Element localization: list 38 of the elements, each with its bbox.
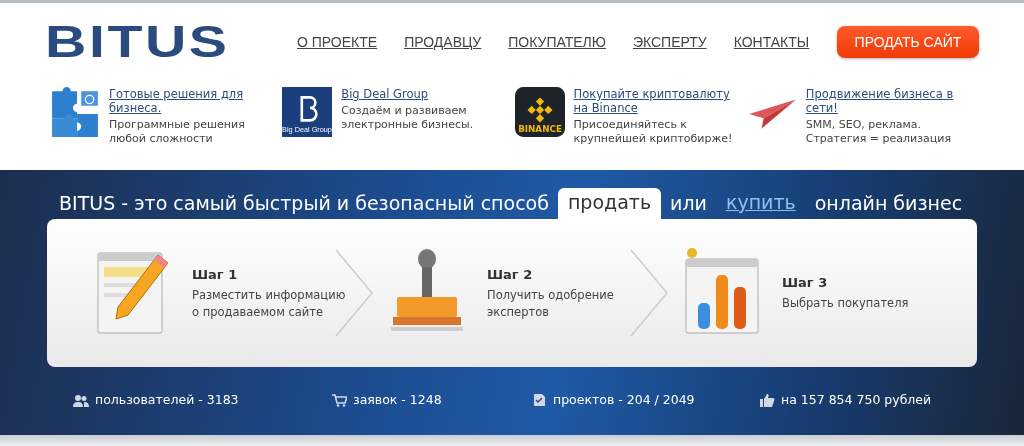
- headline-text: онлайн бизнес: [814, 192, 963, 216]
- promo-description: Присоединяйтесь к крупнейшей криптобирже!: [573, 118, 734, 146]
- step-title: Шаг 2: [487, 265, 534, 283]
- cart-icon: [331, 392, 347, 407]
- step-description: Выбрать покупателя: [782, 295, 910, 312]
- logo[interactable]: BITUS: [45, 24, 230, 60]
- promo-description: Программные решения любой сложности: [109, 118, 246, 146]
- action-tab[interactable]: купить: [715, 188, 806, 219]
- nav-link[interactable]: КОНТАКТЫ: [733, 34, 810, 50]
- chevron-icon: [629, 248, 669, 338]
- stat-text: проектов - 204 / 2049: [553, 392, 695, 407]
- thumbs-up-icon: [759, 392, 775, 407]
- step-title: Шаг 3: [782, 274, 829, 291]
- stat-text: пользователей - 3183: [95, 392, 239, 407]
- nav-link[interactable]: ЭКСПЕРТУ: [632, 34, 707, 50]
- stat-text: заявок - 1248: [353, 392, 442, 407]
- logo-icon: Big Deal Group: [282, 87, 333, 137]
- stat-text: на 157 854 750 рублей: [781, 392, 932, 407]
- puzzle-icon: [50, 87, 100, 137]
- promo-link[interactable]: Готовые решения для бизнеса.: [109, 87, 283, 115]
- promo-link[interactable]: Продвижение бизнеса в сети!: [805, 87, 979, 115]
- promo-link[interactable]: Big Deal Group: [341, 87, 515, 101]
- headline-text: или: [670, 192, 707, 216]
- promo-description: SMM, SEO, реклама. Стратегия = реализация: [805, 118, 952, 146]
- users-icon: [73, 392, 89, 407]
- nav-link[interactable]: ПОКУПАТЕЛЮ: [508, 34, 606, 50]
- headline-text: BITUS - это самый быстрый и безопасный способ: [59, 192, 549, 216]
- step-description: Разместить информацию о продаваемом сайте: [192, 286, 347, 321]
- document-icon: [531, 392, 547, 407]
- promo-link[interactable]: Покупайте криптовалюту на Binance: [573, 87, 747, 115]
- action-tab[interactable]: продать: [557, 188, 662, 219]
- step-description: Получить одобрение экспертов: [487, 286, 615, 321]
- nav-link[interactable]: ПРОДАВЦУ: [404, 34, 482, 50]
- step-title: Шаг 1: [192, 265, 239, 283]
- logo-icon: BINANCE: [514, 87, 565, 137]
- nav-link[interactable]: О ПРОЕКТЕ: [297, 34, 378, 50]
- sell-site-button[interactable]: ПРОДАТЬ САЙТ: [837, 26, 979, 58]
- promo-description: Создаём и развиваем электронные бизнесы.: [341, 104, 475, 132]
